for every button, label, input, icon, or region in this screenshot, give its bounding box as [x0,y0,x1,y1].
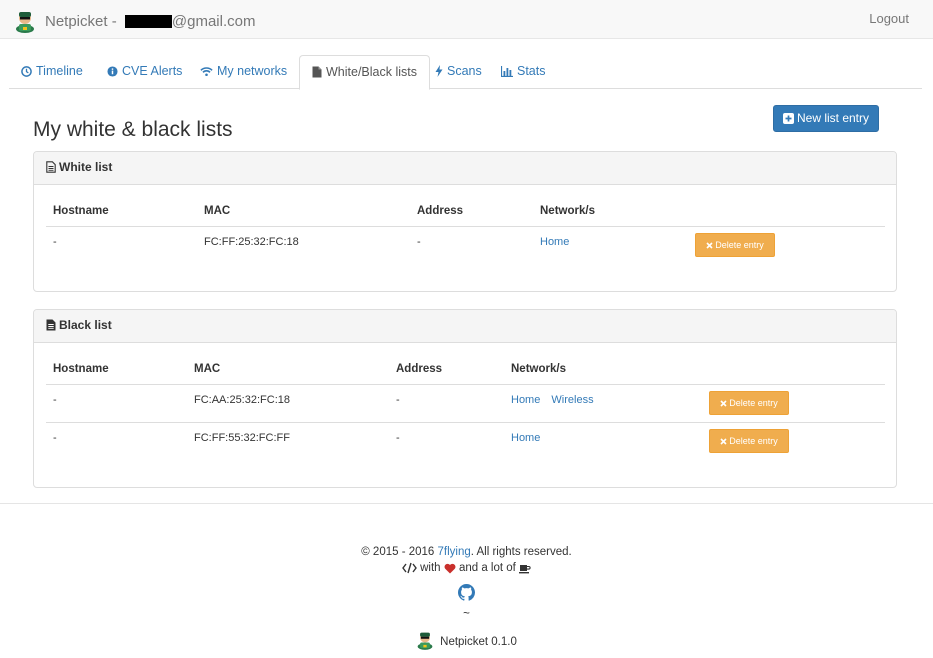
tab-cve-alerts-label: CVE Alerts [122,64,183,78]
cell-mac: FC:FF:55:32:FC:FF [194,432,290,444]
black-list-panel: Black list Hostname MAC Address Network/… [33,309,897,488]
network-link-home[interactable]: Home [511,394,540,406]
bolt-icon [435,65,443,77]
close-icon [720,438,727,445]
footer-tilde: ~ [463,608,470,620]
file-text-icon [46,319,56,331]
black-list-heading: Black list [34,310,896,343]
delete-entry-label: Delete entry [715,240,764,250]
footer-github [0,584,933,601]
cell-address: - [396,394,400,406]
new-list-entry-label: New list entry [796,111,870,125]
footer-divider [0,503,933,504]
cell-hostname: - [53,236,57,248]
tab-stats[interactable]: Stats [489,55,558,89]
info-circle-icon [107,66,118,77]
cell-hostname: - [53,394,57,406]
table-row: - FC:AA:25:32:FC:18 - Home Wireless Dele… [46,384,885,422]
brand-separator: - [107,12,121,30]
heart-icon [444,563,456,574]
tab-timeline-label: Timeline [36,64,83,78]
col-hostname: Hostname [53,363,109,375]
col-mac: MAC [204,205,231,217]
tab-my-networks-label: My networks [217,64,288,78]
tab-scans[interactable]: Scans [423,55,494,89]
close-icon [720,400,727,407]
bar-chart-icon [500,66,513,78]
col-mac: MAC [194,363,221,375]
delete-entry-button[interactable]: Delete entry [695,233,775,257]
table-row: - FC:FF:55:32:FC:FF - Home Delete entry [46,422,885,460]
delete-entry-label: Delete entry [729,398,778,408]
footer-version: Netpicket 0.1.0 [0,630,933,650]
close-icon [706,242,713,249]
copyright-prefix: © 2015 - 2016 [361,546,438,558]
delete-entry-label: Delete entry [729,436,778,446]
code-icon [402,562,417,574]
file-icon [312,66,322,78]
white-list-panel: White list Hostname MAC Address Network/… [33,151,897,292]
tab-scans-label: Scans [447,64,482,78]
file-text-outline-icon [46,161,56,173]
github-icon[interactable] [458,584,476,601]
clock-icon [21,66,32,77]
network-link-home[interactable]: Home [511,432,540,444]
cell-address: - [396,432,400,444]
and-text: and a lot of [455,562,520,574]
footer-tagline: with and a lot of [0,562,933,574]
cell-mac: FC:FF:25:32:FC:18 [204,236,299,248]
with-text: with [416,562,444,574]
logout-link[interactable]: Logout [869,11,909,26]
tab-white-black-lists-label: White/Black lists [326,65,417,79]
table-row: - FC:FF:25:32:FC:18 - Home Delete entry [46,226,885,264]
tab-white-black-lists[interactable]: White/Black lists [299,55,430,90]
copyright-suffix: . All rights reserved. [470,546,572,558]
tab-stats-label: Stats [517,64,546,78]
brand[interactable]: Netpicket - @gmail.com [14,9,255,33]
email-suffix: @gmail.com [171,12,256,30]
redacted-email-block [124,14,172,28]
network-link-home[interactable]: Home [540,236,569,248]
version-text: Netpicket 0.1.0 [440,636,517,648]
company-link[interactable]: 7flying [438,546,471,558]
tab-cve-alerts[interactable]: CVE Alerts [95,55,194,89]
plus-square-icon [782,113,794,124]
col-networks: Network/s [511,363,566,375]
wifi-icon [200,67,213,77]
col-networks: Network/s [540,205,595,217]
cell-mac: FC:AA:25:32:FC:18 [194,394,290,406]
cell-address: - [417,236,421,248]
white-list-heading: White list [34,152,896,185]
tab-timeline[interactable]: Timeline [9,55,95,89]
footer-copyright: © 2015 - 2016 7flying. All rights reserv… [0,546,933,558]
delete-entry-button[interactable]: Delete entry [709,429,789,453]
col-address: Address [396,363,443,375]
page-title: My white & black lists [33,118,233,141]
cell-hostname: - [53,432,57,444]
delete-entry-button[interactable]: Delete entry [709,391,789,415]
col-address: Address [417,205,464,217]
coffee-icon [519,565,531,574]
tab-my-networks[interactable]: My networks [188,55,299,89]
black-list-title: Black list [59,318,112,332]
new-list-entry-button[interactable]: New list entry [773,105,879,132]
top-navbar: Netpicket - @gmail.com Logout [0,0,933,39]
brand-name: Netpicket [45,12,108,30]
netpicket-logo-icon [417,632,433,650]
netpicket-logo-icon [16,12,34,33]
network-link-wireless[interactable]: Wireless [551,394,593,406]
main-tabs: Timeline CVE Alerts My networks White/Bl… [9,55,922,90]
col-hostname: Hostname [53,205,109,217]
white-list-title: White list [59,160,113,174]
